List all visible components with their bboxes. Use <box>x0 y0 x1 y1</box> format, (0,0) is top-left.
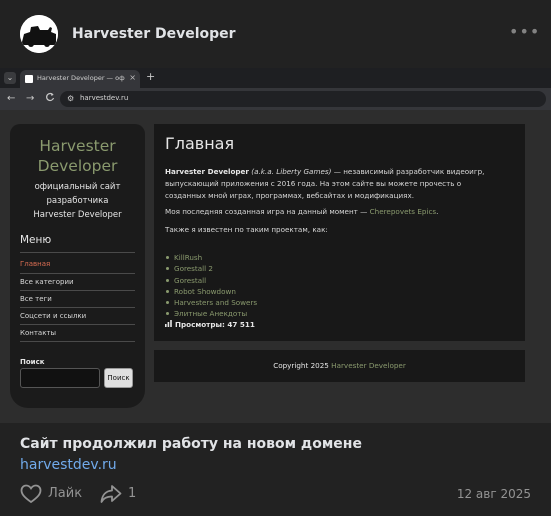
post-image[interactable]: ⌄ Harvester Developer — официальный × + … <box>0 68 551 423</box>
main-heading: Главная <box>165 134 235 153</box>
url-field: ⚙ harvestdev.ru <box>60 91 546 107</box>
menu-divider <box>20 324 135 325</box>
menu-item-contacts: Контакты <box>20 329 57 337</box>
post-actions: Лайк 1 12 авг 2025 <box>0 480 551 510</box>
post-author[interactable]: Harvester Developer <box>72 26 236 42</box>
like-button[interactable]: Лайк <box>48 486 82 501</box>
site-settings-icon: ⚙ <box>67 94 75 103</box>
list-item: KillRush <box>165 252 257 263</box>
tab-favicon-icon <box>25 75 33 83</box>
site-sidebar: Harvester Developer официальный сайт раз… <box>10 124 145 408</box>
site-footer: Copyright 2025 Harvester Developer <box>154 350 525 382</box>
menu-divider <box>20 307 135 308</box>
site-subtitle: официальный сайт разработчика Harvester … <box>33 182 122 220</box>
bar-chart-icon <box>165 320 172 329</box>
back-icon: ← <box>7 93 16 104</box>
avatar[interactable] <box>20 15 58 53</box>
list-item: Gorestall <box>165 275 257 286</box>
menu-item-home: Главная <box>20 260 51 268</box>
tab-title: Harvester Developer — официальный <box>37 74 125 82</box>
list-item: Harvesters and Sowers <box>165 297 257 308</box>
projects-list: KillRush Gorestall 2 Gorestall Robot Sho… <box>165 252 257 320</box>
search-heading: Поиск <box>20 358 45 366</box>
post-date[interactable]: 12 авг 2025 <box>457 487 531 501</box>
views-counter: Просмотры: 47 511 <box>165 320 255 329</box>
latest-game-link: Cherepovets Epics <box>369 207 437 216</box>
menu-item-tags: Все теги <box>20 295 52 303</box>
post-text: Сайт продолжил работу на новом домене <box>20 436 362 452</box>
list-item: Элитные Анекдоты <box>165 308 257 319</box>
share-count: 1 <box>128 486 137 501</box>
website-page: Harvester Developer официальный сайт раз… <box>0 110 551 423</box>
menu-divider <box>20 341 135 342</box>
forward-icon: → <box>26 93 35 104</box>
menu-item-social: Соцсети и ссылки <box>20 312 87 320</box>
site-title: Harvester Developer <box>37 137 118 175</box>
browser-tab-bar: ⌄ Harvester Developer — официальный × + <box>0 68 551 88</box>
known-projects-text: Также я известен по таким проектам, как: <box>165 225 328 234</box>
menu-item-categories: Все категории <box>20 278 74 286</box>
footer-copyright: Copyright 2025 Harvester Developer <box>273 361 406 370</box>
tab-dropdown-icon: ⌄ <box>4 72 16 84</box>
heart-icon[interactable] <box>20 484 42 504</box>
url-text: harvestdev.ru <box>80 94 129 102</box>
site-main-content: Главная Harvester Developer (a.k.a. Libe… <box>154 124 525 341</box>
intro-paragraph: Harvester Developer (a.k.a. Liberty Game… <box>165 167 485 200</box>
menu-heading: Меню <box>20 234 52 246</box>
share-icon[interactable] <box>100 484 122 504</box>
browser-address-bar: ← → ⚙ harvestdev.ru <box>0 88 551 110</box>
reload-icon <box>45 92 55 107</box>
latest-game-paragraph: Моя последняя созданная игра на данный м… <box>165 207 439 216</box>
list-item: Gorestall 2 <box>165 263 257 274</box>
post-header: Harvester Developer ••• <box>0 0 551 68</box>
list-item: Robot Showdown <box>165 286 257 297</box>
browser-tab: Harvester Developer — официальный × <box>20 70 140 88</box>
menu-divider <box>20 252 135 253</box>
site-search-input <box>20 368 100 388</box>
site-search-button: Поиск <box>104 368 133 388</box>
menu-divider <box>20 273 135 274</box>
more-icon[interactable]: ••• <box>509 24 539 40</box>
menu-divider <box>20 290 135 291</box>
post-link[interactable]: harvestdev.ru <box>20 457 117 473</box>
harvester-logo-icon <box>20 15 58 53</box>
new-tab-icon: + <box>146 70 156 83</box>
tab-close-icon: × <box>129 73 136 82</box>
